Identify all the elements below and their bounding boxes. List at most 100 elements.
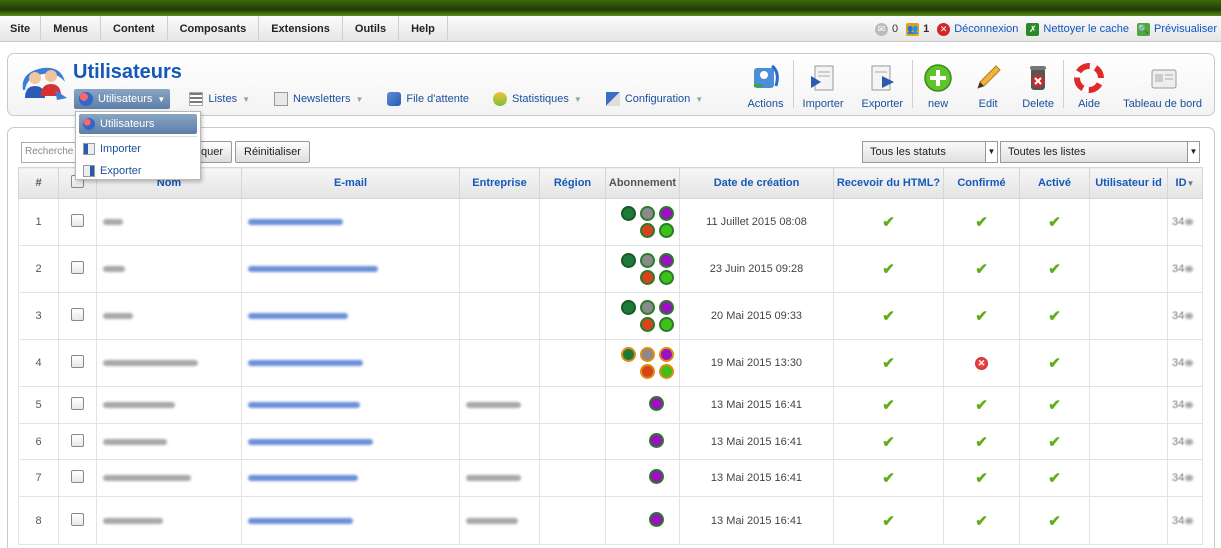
subscription-dot[interactable] bbox=[649, 396, 664, 411]
row-select[interactable] bbox=[58, 496, 97, 545]
check-icon[interactable]: ✔ bbox=[882, 434, 895, 451]
col-email[interactable]: E-mail bbox=[241, 167, 460, 199]
status-filter-select[interactable]: Tous les statuts ▼ bbox=[862, 141, 998, 163]
html-cell[interactable]: ✔ bbox=[833, 459, 944, 497]
col-recevoir-html[interactable]: Recevoir du HTML? bbox=[833, 167, 944, 199]
check-icon[interactable]: ✔ bbox=[975, 397, 988, 414]
table-row[interactable]: 5 13 Mai 2015 16:41 ✔ ✔ ✔ 34 bbox=[18, 386, 1203, 424]
confirmed-cell[interactable]: ✔ bbox=[943, 386, 1020, 424]
html-cell[interactable]: ✔ bbox=[833, 386, 944, 424]
active-cell[interactable]: ✔ bbox=[1019, 496, 1090, 545]
row-select[interactable] bbox=[58, 386, 97, 424]
row-select[interactable] bbox=[58, 198, 97, 246]
subscription-dot[interactable] bbox=[659, 253, 674, 268]
confirmed-cell[interactable]: ✔ bbox=[943, 496, 1020, 545]
search-input[interactable]: Recherche bbox=[21, 142, 81, 163]
email-cell[interactable] bbox=[241, 423, 460, 460]
email-cell[interactable] bbox=[241, 245, 460, 293]
html-cell[interactable]: ✔ bbox=[833, 339, 944, 387]
row-checkbox[interactable] bbox=[71, 214, 84, 227]
check-icon[interactable]: ✔ bbox=[1048, 397, 1061, 414]
table-row[interactable]: 8 13 Mai 2015 16:41 ✔ ✔ ✔ 34 bbox=[18, 496, 1203, 545]
email-cell[interactable] bbox=[241, 459, 460, 497]
check-icon[interactable]: ✔ bbox=[1048, 214, 1061, 231]
dropdown-item-exporter[interactable]: Exporter bbox=[79, 161, 197, 181]
col-id[interactable]: ID▼ bbox=[1167, 167, 1203, 199]
active-cell[interactable]: ✔ bbox=[1019, 292, 1090, 340]
col-confirme[interactable]: Confirmé bbox=[943, 167, 1020, 199]
subscription-dot[interactable] bbox=[640, 270, 655, 285]
menu-site[interactable]: Site bbox=[0, 15, 42, 42]
check-icon[interactable]: ✔ bbox=[1048, 261, 1061, 278]
row-checkbox[interactable] bbox=[71, 355, 84, 368]
check-icon[interactable]: ✔ bbox=[882, 513, 895, 530]
email-cell[interactable] bbox=[241, 292, 460, 340]
subscription-dot[interactable] bbox=[640, 300, 655, 315]
new-button[interactable]: new bbox=[913, 58, 963, 110]
reset-button[interactable]: Réinitialiser bbox=[235, 141, 310, 163]
active-cell[interactable]: ✔ bbox=[1019, 339, 1090, 387]
subscription-dot[interactable] bbox=[659, 300, 674, 315]
subnav-listes[interactable]: Listes ▼ bbox=[184, 89, 255, 109]
html-cell[interactable]: ✔ bbox=[833, 423, 944, 460]
check-icon[interactable]: ✔ bbox=[1048, 513, 1061, 530]
subnav-configuration[interactable]: Configuration ▼ bbox=[601, 89, 708, 109]
table-row[interactable]: 7 13 Mai 2015 16:41 ✔ ✔ ✔ 34 bbox=[18, 459, 1203, 497]
row-select[interactable] bbox=[58, 292, 97, 340]
check-icon[interactable]: ✔ bbox=[882, 355, 895, 372]
email-cell[interactable] bbox=[241, 496, 460, 545]
name-cell[interactable] bbox=[96, 423, 242, 460]
name-cell[interactable] bbox=[96, 459, 242, 497]
subnav-statistiques[interactable]: Statistiques ▼ bbox=[488, 89, 587, 109]
check-icon[interactable]: ✔ bbox=[882, 308, 895, 325]
check-icon[interactable]: ✔ bbox=[1048, 434, 1061, 451]
menu-help[interactable]: Help bbox=[399, 15, 448, 42]
check-icon[interactable]: ✔ bbox=[975, 434, 988, 451]
name-cell[interactable] bbox=[96, 245, 242, 293]
col-active[interactable]: Activé bbox=[1019, 167, 1090, 199]
help-button[interactable]: Aide bbox=[1064, 58, 1114, 110]
subscription-dot[interactable] bbox=[659, 270, 674, 285]
lists-filter-select[interactable]: Toutes les listes ▼ bbox=[1000, 141, 1200, 163]
cross-icon[interactable]: ✕ bbox=[975, 356, 988, 370]
confirmed-cell[interactable]: ✔ bbox=[943, 245, 1020, 293]
edit-button[interactable]: Edit bbox=[963, 58, 1013, 110]
email-cell[interactable] bbox=[241, 198, 460, 246]
subscription-dot[interactable] bbox=[621, 253, 636, 268]
menu-content[interactable]: Content bbox=[101, 15, 168, 42]
subnav-utilisateurs[interactable]: Utilisateurs ▼ bbox=[74, 89, 171, 109]
check-icon[interactable]: ✔ bbox=[975, 470, 988, 487]
delete-button[interactable]: Delete bbox=[1013, 58, 1063, 110]
html-cell[interactable]: ✔ bbox=[833, 245, 944, 293]
subscription-dot[interactable] bbox=[649, 432, 664, 448]
col-entreprise[interactable]: Entreprise bbox=[459, 167, 540, 199]
subscription-dot[interactable] bbox=[659, 347, 674, 362]
subnav-newsletters[interactable]: Newsletters ▼ bbox=[269, 89, 368, 109]
active-cell[interactable]: ✔ bbox=[1019, 386, 1090, 424]
table-row[interactable]: 2 23 Juin 2015 09:28 ✔ ✔ ✔ 34 bbox=[18, 245, 1203, 293]
check-icon[interactable]: ✔ bbox=[882, 261, 895, 278]
table-row[interactable]: 6 13 Mai 2015 16:41 ✔ ✔ ✔ 34 bbox=[18, 423, 1203, 460]
row-checkbox[interactable] bbox=[71, 308, 84, 321]
col-region[interactable]: Région bbox=[539, 167, 606, 199]
row-checkbox[interactable] bbox=[71, 261, 84, 274]
menu-menus[interactable]: Menus bbox=[41, 15, 102, 42]
col-date-creation[interactable]: Date de création bbox=[679, 167, 834, 199]
subscription-dot[interactable] bbox=[649, 511, 664, 527]
active-cell[interactable]: ✔ bbox=[1019, 459, 1090, 497]
active-cell[interactable]: ✔ bbox=[1019, 198, 1090, 246]
subscription-dot[interactable] bbox=[659, 206, 674, 221]
table-row[interactable]: 3 20 Mai 2015 09:33 ✔ ✔ ✔ 34 bbox=[18, 292, 1203, 340]
subscription-dot[interactable] bbox=[649, 469, 664, 484]
row-checkbox[interactable] bbox=[71, 470, 84, 483]
row-checkbox[interactable] bbox=[71, 512, 84, 526]
check-icon[interactable]: ✔ bbox=[975, 308, 988, 325]
confirmed-cell[interactable]: ✔ bbox=[943, 459, 1020, 497]
confirmed-cell[interactable]: ✔ bbox=[943, 423, 1020, 460]
dropdown-item-utilisateurs[interactable]: Utilisateurs bbox=[79, 114, 197, 134]
confirmed-cell[interactable]: ✔ bbox=[943, 198, 1020, 246]
subnav-file-attente[interactable]: File d'attente bbox=[382, 89, 474, 109]
name-cell[interactable] bbox=[96, 339, 242, 387]
menu-extensions[interactable]: Extensions bbox=[259, 15, 343, 42]
check-icon[interactable]: ✔ bbox=[882, 214, 895, 231]
